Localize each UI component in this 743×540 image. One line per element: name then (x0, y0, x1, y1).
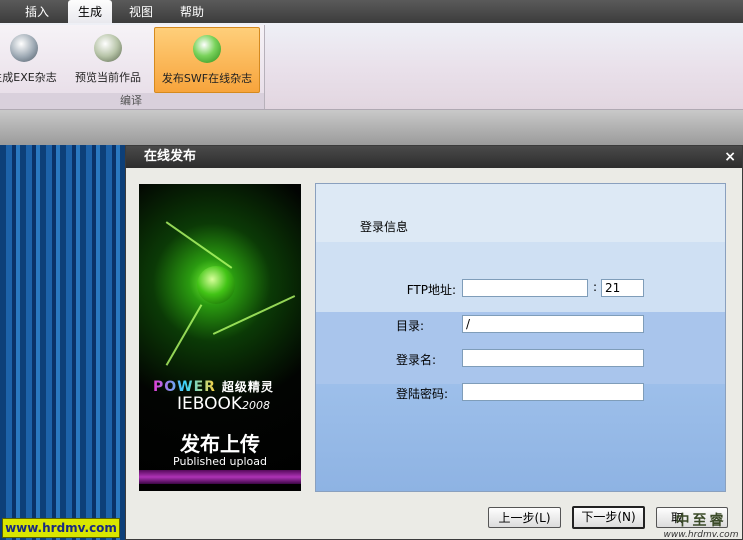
banner-streak (139, 470, 301, 484)
ribbon: 生成EXE杂志 预览当前作品 发布SWF在线杂志 编译 (0, 23, 743, 110)
close-icon[interactable]: × (724, 146, 736, 168)
watermark-left: www.hrdmv.com (2, 518, 120, 538)
menu-view[interactable]: 视图 (120, 0, 162, 23)
preview-joystick-icon (94, 34, 122, 62)
publish-globe-icon (193, 35, 221, 63)
exe-disc-icon (10, 34, 38, 62)
ftp-label: FTP地址: (406, 283, 456, 297)
build-exe-label: 生成EXE杂志 (0, 71, 57, 84)
publish-swf-button[interactable]: 发布SWF在线杂志 (154, 27, 260, 93)
iebook-word: IEBOOK (177, 394, 243, 414)
build-exe-button[interactable]: 生成EXE杂志 (0, 27, 64, 91)
toolbar-band (0, 110, 743, 145)
publish-dialog: 在线发布 × POWER 超级精灵 IEBOOK2008 发布上传 Publis… (125, 145, 743, 540)
green-orb-icon (197, 266, 235, 304)
ribbon-group-compile: 生成EXE杂志 预览当前作品 发布SWF在线杂志 编译 (0, 25, 265, 109)
login-info-panel: 登录信息 FTP地址: : 目录: 登录名: 登陆密码: (315, 183, 726, 492)
password-input[interactable] (462, 383, 644, 401)
publish-banner-image: POWER 超级精灵 IEBOOK2008 发布上传 Published upl… (139, 184, 301, 491)
menu-insert[interactable]: 插入 (14, 0, 60, 23)
watermark-right-cn: 中至睿 (675, 513, 727, 529)
menu-help[interactable]: 帮助 (170, 0, 214, 23)
dialog-title: 在线发布 (144, 149, 197, 164)
ftp-port-input[interactable] (601, 279, 644, 297)
dialog-titlebar[interactable]: 在线发布 × (126, 146, 742, 168)
next-step-button[interactable]: 下一步(N) (572, 506, 645, 529)
publish-swf-label: 发布SWF在线杂志 (161, 72, 253, 85)
prev-step-button[interactable]: 上一步(L) (488, 507, 561, 528)
menu-bar: 插入 生成 视图 帮助 (0, 0, 743, 23)
password-label: 登陆密码: (395, 387, 448, 401)
ftp-address-input[interactable] (462, 279, 588, 297)
preview-label: 预览当前作品 (75, 71, 141, 84)
preview-button[interactable]: 预览当前作品 (70, 27, 146, 91)
username-label: 登录名: (395, 353, 436, 367)
iebook-year: 2008 (242, 399, 271, 412)
section-title: 登录信息 (360, 220, 409, 234)
menu-generate[interactable]: 生成 (68, 0, 112, 23)
watermark-right-en: www.hrdmv.com (663, 530, 739, 540)
port-separator: : (593, 280, 598, 294)
lightning-bolt (165, 304, 203, 366)
watermark-right: 中至睿 www.hrdmv.com (661, 510, 741, 540)
directory-label: 目录: (395, 319, 424, 333)
ribbon-group-label: 编译 (0, 93, 264, 109)
power-cn: 超级精灵 (221, 380, 274, 394)
lightning-bolt (165, 221, 233, 269)
username-input[interactable] (462, 349, 644, 367)
background-workspace (0, 145, 125, 540)
banner-subtitle: Published upload (173, 455, 267, 468)
banner-logo-iebook: IEBOOK2008 (177, 394, 270, 414)
banner-logo-power: POWER 超级精灵 (153, 378, 274, 395)
power-word: POWER (153, 379, 216, 395)
banner-headline: 发布上传 (180, 432, 260, 456)
directory-input[interactable] (462, 315, 644, 333)
